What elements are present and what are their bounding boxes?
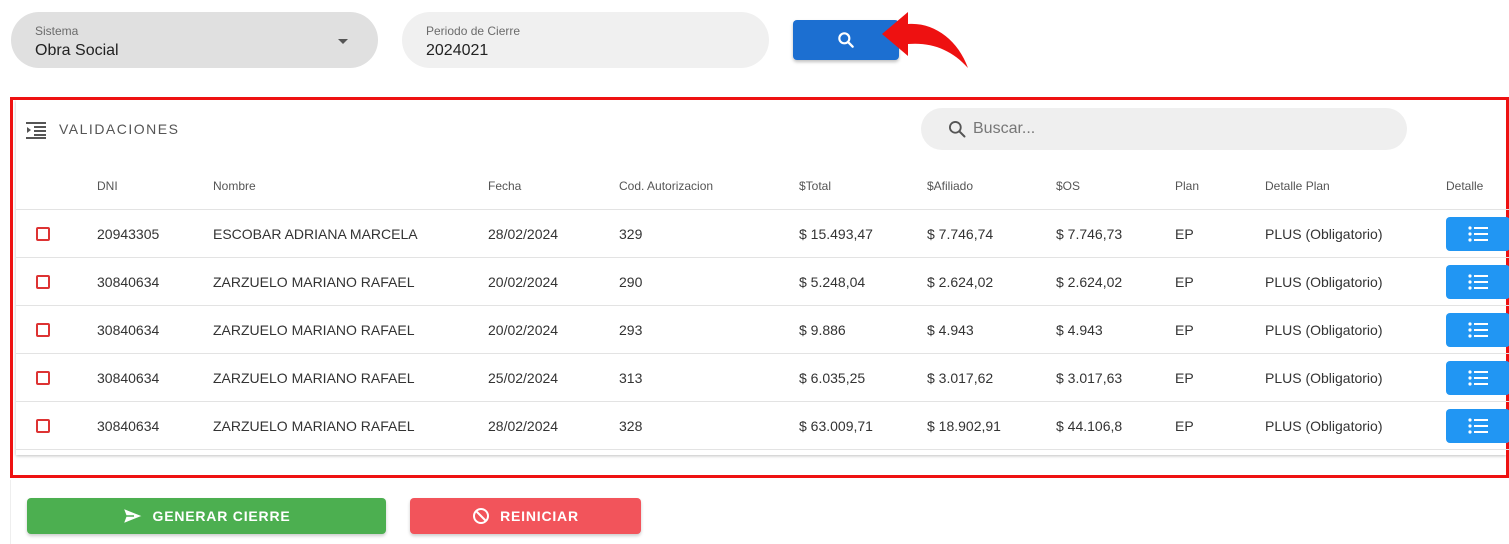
cell-dni: 30840634: [97, 274, 160, 290]
cell-nombre: ZARZUELO MARIANO RAFAEL: [213, 418, 415, 434]
detail-button[interactable]: [1446, 265, 1509, 299]
detail-button[interactable]: [1446, 313, 1509, 347]
detail-button[interactable]: [1446, 409, 1509, 443]
table-row: 30840634 ZARZUELO MARIANO RAFAEL 28/02/2…: [16, 401, 1509, 449]
divider: [10, 480, 11, 544]
list-icon: [1468, 226, 1488, 242]
cell-cod: 290: [619, 274, 643, 290]
header-detalle-plan[interactable]: Detalle Plan: [1265, 179, 1330, 193]
periodo-label: Periodo de Cierre: [426, 24, 521, 38]
table-row: 30840634 ZARZUELO MARIANO RAFAEL 20/02/2…: [16, 305, 1509, 353]
cell-dni: 20943305: [97, 226, 160, 242]
cell-total: $ 15.493,47: [799, 226, 873, 242]
list-icon: [1468, 370, 1488, 386]
cell-detalle-plan: PLUS (Obligatorio): [1265, 274, 1383, 290]
header-cod-autorizacion[interactable]: Cod. Autorizacion: [619, 179, 713, 193]
cell-nombre: ZARZUELO MARIANO RAFAEL: [213, 370, 415, 386]
cell-nombre: ZARZUELO MARIANO RAFAEL: [213, 274, 415, 290]
header-nombre[interactable]: Nombre: [213, 179, 256, 193]
cell-dni: 30840634: [97, 418, 160, 434]
cell-plan: EP: [1175, 274, 1194, 290]
cell-total: $ 6.035,25: [799, 370, 866, 386]
header-plan[interactable]: Plan: [1175, 179, 1199, 193]
table-divider: [16, 449, 1509, 450]
generar-cierre-button[interactable]: GENERAR CIERRE: [27, 498, 386, 534]
section-title: VALIDACIONES: [59, 121, 180, 137]
detail-button[interactable]: [1446, 361, 1509, 395]
cell-nombre: ZARZUELO MARIANO RAFAEL: [213, 322, 415, 338]
search-field[interactable]: [921, 108, 1407, 150]
cell-cod: 313: [619, 370, 643, 386]
row-checkbox[interactable]: [36, 227, 50, 241]
cell-dni: 30840634: [97, 322, 160, 338]
cell-fecha: 25/02/2024: [488, 370, 559, 386]
cell-detalle-plan: PLUS (Obligatorio): [1265, 370, 1383, 386]
block-icon: [473, 508, 490, 524]
cell-total: $ 5.248,04: [799, 274, 866, 290]
row-checkbox[interactable]: [36, 323, 50, 337]
cell-os: $ 4.943: [1056, 322, 1103, 338]
header-os[interactable]: $OS: [1056, 179, 1080, 193]
cell-nombre: ESCOBAR ADRIANA MARCELA: [213, 226, 418, 242]
table-row: 20943305 ESCOBAR ADRIANA MARCELA 28/02/2…: [16, 209, 1509, 257]
sistema-select[interactable]: Sistema Obra Social: [11, 12, 378, 68]
cell-detalle-plan: PLUS (Obligatorio): [1265, 226, 1383, 242]
list-icon: [1468, 322, 1488, 338]
cell-afiliado: $ 3.017,62: [927, 370, 994, 386]
reiniciar-button[interactable]: REINICIAR: [410, 498, 641, 534]
cell-os: $ 7.746,73: [1056, 226, 1123, 242]
cell-os: $ 44.106,8: [1056, 418, 1123, 434]
cell-afiliado: $ 18.902,91: [927, 418, 1001, 434]
table-row: 30840634 ZARZUELO MARIANO RAFAEL 25/02/2…: [16, 353, 1509, 401]
list-icon: [1468, 274, 1488, 290]
cell-fecha: 20/02/2024: [488, 274, 559, 290]
cell-afiliado: $ 7.746,74: [927, 226, 994, 242]
sistema-label: Sistema: [35, 24, 79, 38]
row-checkbox[interactable]: [36, 419, 50, 433]
list-indent-icon: [26, 122, 46, 139]
search-icon: [838, 32, 854, 48]
cell-cod: 328: [619, 418, 643, 434]
detail-button[interactable]: [1446, 217, 1509, 251]
annotation-arrow-icon: [882, 12, 968, 68]
cell-fecha: 28/02/2024: [488, 418, 559, 434]
header-fecha[interactable]: Fecha: [488, 179, 521, 193]
cell-plan: EP: [1175, 418, 1194, 434]
header-dni[interactable]: DNI: [97, 179, 118, 193]
send-icon: [122, 508, 143, 524]
header-total[interactable]: $Total: [799, 179, 831, 193]
sistema-value: Obra Social: [35, 42, 119, 59]
cell-detalle-plan: PLUS (Obligatorio): [1265, 418, 1383, 434]
cell-plan: EP: [1175, 322, 1194, 338]
generar-cierre-label: GENERAR CIERRE: [152, 508, 291, 524]
periodo-cierre-field[interactable]: Periodo de Cierre 2024021: [402, 12, 769, 68]
header-detalle: Detalle: [1446, 179, 1484, 193]
search-input[interactable]: [973, 108, 1383, 150]
cell-os: $ 3.017,63: [1056, 370, 1123, 386]
cell-cod: 329: [619, 226, 643, 242]
cell-plan: EP: [1175, 226, 1194, 242]
reiniciar-label: REINICIAR: [500, 508, 579, 524]
cell-os: $ 2.624,02: [1056, 274, 1123, 290]
cell-total: $ 63.009,71: [799, 418, 873, 434]
row-checkbox[interactable]: [36, 275, 50, 289]
cell-dni: 30840634: [97, 370, 160, 386]
caret-down-icon: [338, 39, 348, 44]
cell-detalle-plan: PLUS (Obligatorio): [1265, 322, 1383, 338]
cell-afiliado: $ 2.624,02: [927, 274, 994, 290]
header-afiliado[interactable]: $Afiliado: [927, 179, 973, 193]
cell-afiliado: $ 4.943: [927, 322, 974, 338]
cell-fecha: 28/02/2024: [488, 226, 559, 242]
table-row: 30840634 ZARZUELO MARIANO RAFAEL 20/02/2…: [16, 257, 1509, 305]
cell-cod: 293: [619, 322, 643, 338]
periodo-value: 2024021: [426, 42, 489, 59]
cell-total: $ 9.886: [799, 322, 846, 338]
list-icon: [1468, 418, 1488, 434]
cell-plan: EP: [1175, 370, 1194, 386]
search-icon: [949, 121, 966, 138]
cell-fecha: 20/02/2024: [488, 322, 559, 338]
row-checkbox[interactable]: [36, 371, 50, 385]
